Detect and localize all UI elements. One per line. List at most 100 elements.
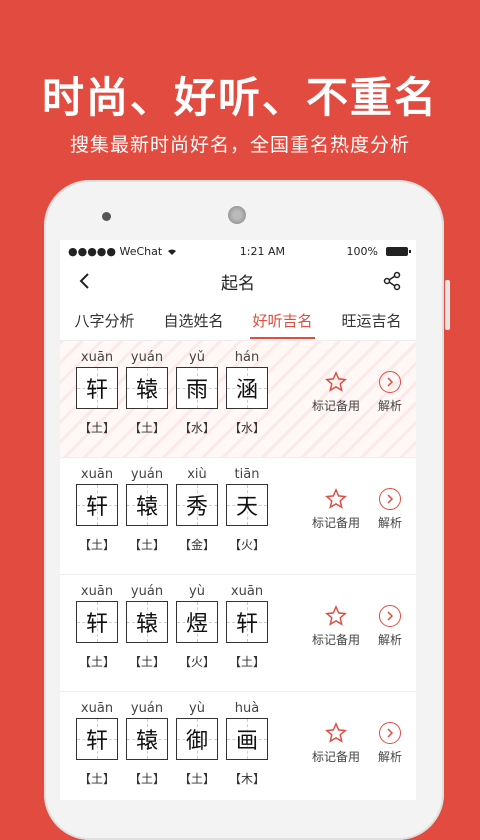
back-button[interactable]: [72, 269, 96, 293]
chevron-right-circle-icon: [378, 488, 401, 510]
chevron-left-icon: [79, 273, 89, 289]
status-time: 1:21 AM: [239, 244, 285, 258]
analyze-button[interactable]: 解析: [378, 605, 402, 648]
char-cell: yù 御【土】: [174, 700, 220, 787]
char-cell: yuán 辕【土】: [124, 349, 170, 436]
char-box: 轩: [76, 601, 118, 643]
promo-headline: 时尚、好听、不重名: [41, 73, 438, 122]
char-text: 辕: [135, 495, 158, 520]
row-actions: 标记备用 解析: [312, 605, 402, 648]
char-box: 煜: [176, 601, 218, 643]
pinyin-label: huà: [234, 701, 260, 716]
element-label: 【土】: [128, 655, 165, 669]
star-icon: [325, 722, 347, 743]
name-row[interactable]: xuān 轩【土】 yuán 辕【土】 yǔ 雨【水】 hán 涵【水】 标记备用 解析: [60, 341, 416, 458]
carrier-label: ●●●●● WeChat: [68, 244, 163, 258]
name-characters: xuān 轩【土】 yuán 辕【土】 xiù 秀【金】 tiān 天【火】: [74, 466, 270, 553]
analyze-label: 解析: [377, 399, 402, 413]
char-text: 轩: [85, 378, 108, 403]
char-cell: yù 煜【火】: [174, 583, 220, 670]
star-icon: [325, 371, 347, 392]
element-label: 【水】: [228, 421, 265, 435]
element-label: 【金】: [178, 538, 215, 552]
char-cell: yuán 辕【土】: [124, 700, 170, 787]
char-text: 秀: [185, 495, 208, 520]
chevron-right-circle-icon: [378, 605, 401, 627]
element-label: 【土】: [128, 421, 165, 435]
element-label: 【土】: [178, 772, 215, 786]
pinyin-label: yǔ: [189, 350, 205, 365]
tab-custom-name[interactable]: 自选姓名: [161, 302, 225, 339]
mark-button[interactable]: 标记备用: [312, 488, 360, 531]
pinyin-label: yù: [189, 701, 205, 716]
mark-button[interactable]: 标记备用: [312, 371, 360, 414]
row-actions: 标记备用 解析: [312, 488, 402, 531]
element-label: 【土】: [128, 538, 165, 552]
tab-bar: 八字分析 自选姓名 好听吉名 旺运吉名: [60, 300, 416, 341]
row-actions: 标记备用 解析: [312, 371, 402, 414]
char-cell: hán 涵【水】: [224, 349, 270, 436]
camera-icon: [102, 212, 111, 221]
char-box: 轩: [76, 484, 118, 526]
char-cell: xuān 轩【土】: [74, 466, 120, 553]
char-text: 辕: [135, 729, 158, 754]
pinyin-label: xuān: [80, 467, 114, 482]
pinyin-label: yuán: [130, 701, 164, 716]
analyze-button[interactable]: 解析: [378, 722, 402, 765]
element-label: 【水】: [178, 421, 215, 435]
pinyin-label: yuán: [130, 584, 164, 599]
name-characters: xuān 轩【土】 yuán 辕【土】 yù 煜【火】 xuān 轩【土】: [74, 583, 270, 670]
pinyin-label: xiù: [187, 467, 207, 482]
name-row[interactable]: xuān 轩【土】 yuán 辕【土】 yù 御【土】 huà 画【木】 标记备用 解析: [60, 692, 416, 800]
analyze-label: 解析: [377, 516, 402, 530]
name-row[interactable]: xuān 轩【土】 yuán 辕【土】 xiù 秀【金】 tiān 天【火】 标记备用 解析: [60, 458, 416, 575]
char-text: 辕: [135, 378, 158, 403]
char-box: 秀: [176, 484, 218, 526]
char-box: 辕: [126, 601, 168, 643]
pinyin-label: tiān: [234, 467, 260, 482]
wifi-icon: [168, 248, 177, 255]
promo-subline: 搜集最新时尚好名，全国重名热度分析: [69, 134, 410, 156]
tab-bazi[interactable]: 八字分析: [72, 302, 136, 339]
name-characters: xuān 轩【土】 yuán 辕【土】 yǔ 雨【水】 hán 涵【水】: [74, 349, 270, 436]
pinyin-label: yù: [189, 584, 205, 599]
pinyin-label: xuān: [80, 584, 114, 599]
char-cell: tiān 天【火】: [224, 466, 270, 553]
tab-nice-names[interactable]: 好听吉名: [250, 302, 315, 339]
element-label: 【土】: [78, 421, 115, 435]
chevron-right-circle-icon: [378, 371, 401, 393]
char-cell: xuān 轩【土】: [74, 583, 120, 670]
mark-button[interactable]: 标记备用: [312, 722, 360, 765]
char-box: 轩: [76, 367, 118, 409]
char-box: 御: [176, 718, 218, 760]
status-bar: ●●●●● WeChat 1:21 AM 100%: [60, 240, 416, 262]
analyze-button[interactable]: 解析: [378, 488, 402, 531]
char-box: 涵: [226, 367, 268, 409]
char-box: 辕: [126, 367, 168, 409]
char-box: 轩: [226, 601, 268, 643]
side-button: [445, 280, 450, 330]
tab-lucky-names[interactable]: 旺运吉名: [339, 302, 403, 339]
char-text: 辕: [135, 612, 158, 637]
name-row[interactable]: xuān 轩【土】 yuán 辕【土】 yù 煜【火】 xuān 轩【土】 标记备用 解析: [60, 575, 416, 692]
char-text: 天: [235, 495, 258, 520]
pinyin-label: yuán: [130, 467, 164, 482]
mark-button[interactable]: 标记备用: [312, 605, 360, 648]
char-cell: xuān 轩【土】: [224, 583, 270, 670]
analyze-button[interactable]: 解析: [378, 371, 402, 414]
char-cell: xiù 秀【金】: [174, 466, 220, 553]
char-text: 画: [235, 729, 258, 754]
app-screen: ●●●●● WeChat 1:21 AM 100% 起名 八字分析 自选姓名 好…: [60, 240, 416, 800]
char-cell: yuán 辕【土】: [124, 583, 170, 670]
char-box: 轩: [76, 718, 118, 760]
char-text: 雨: [185, 378, 208, 403]
star-icon: [325, 605, 347, 626]
element-label: 【土】: [228, 655, 265, 669]
pinyin-label: xuān: [80, 350, 114, 365]
pinyin-label: hán: [234, 350, 260, 365]
char-cell: yǔ 雨【水】: [174, 349, 220, 436]
char-box: 辕: [126, 484, 168, 526]
share-button[interactable]: [380, 269, 404, 293]
char-text: 轩: [85, 729, 108, 754]
mark-label: 标记备用: [311, 516, 360, 530]
